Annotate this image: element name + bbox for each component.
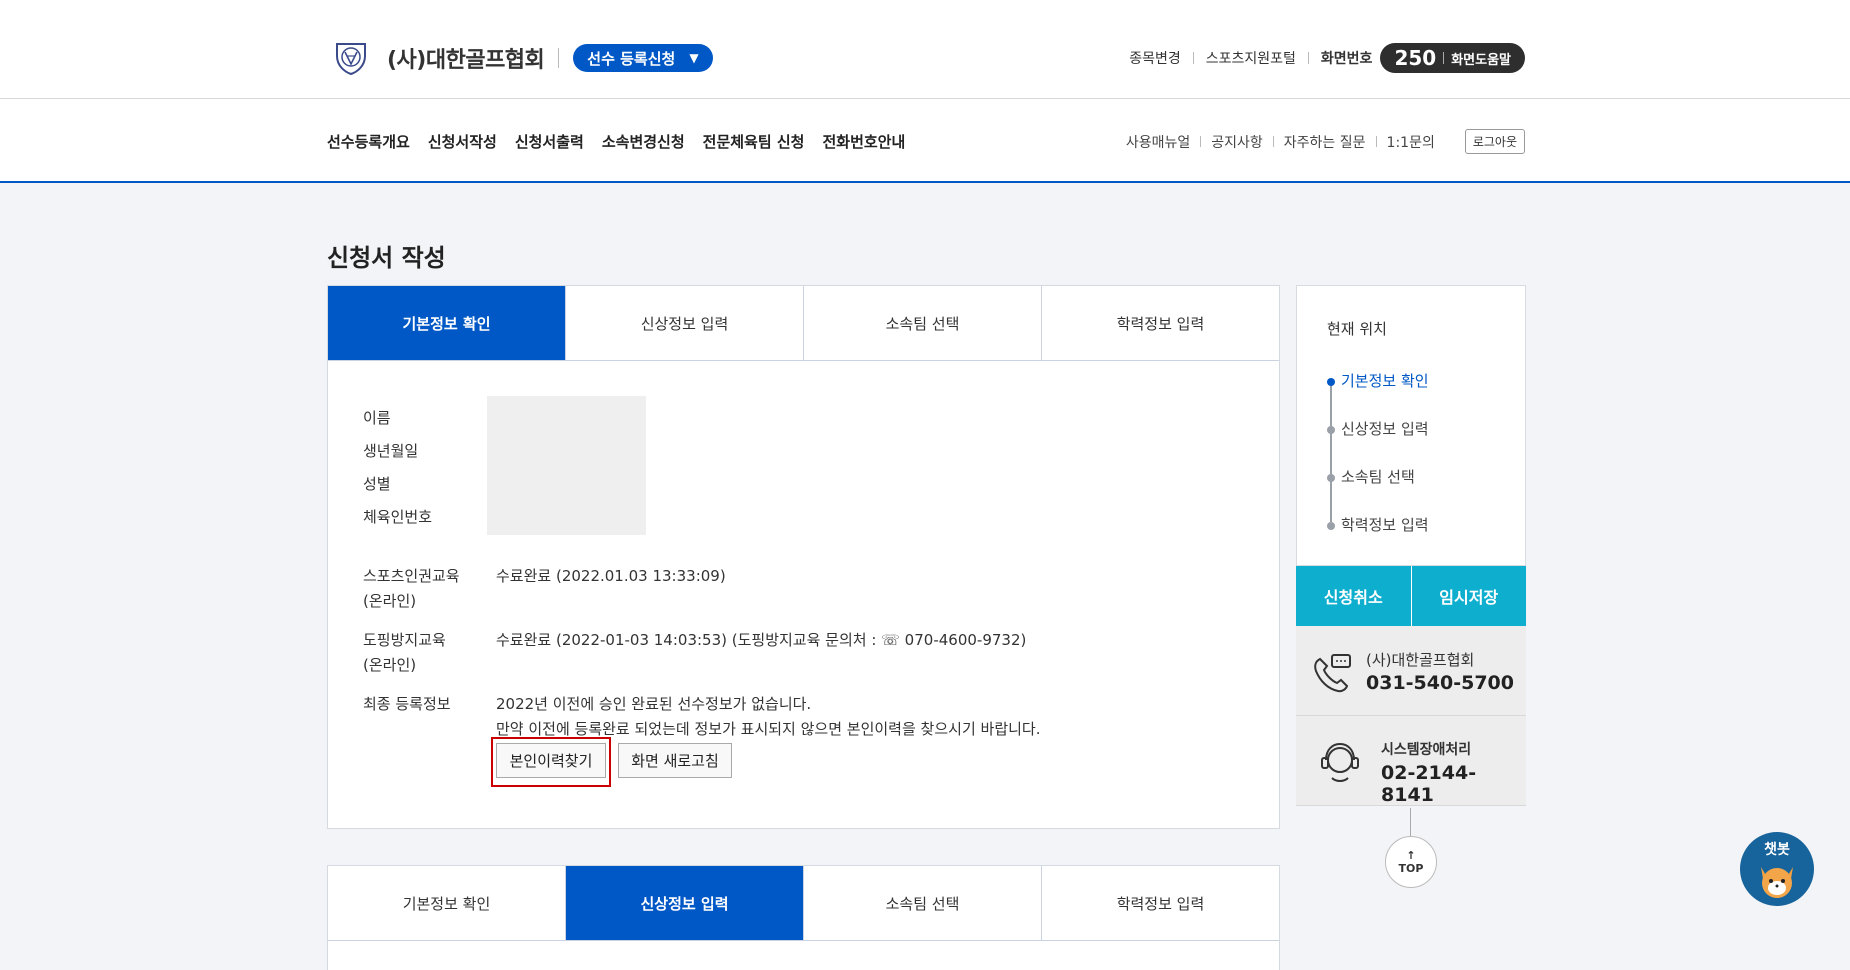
association-contact: (사)대한골프협회 031-540-5700 xyxy=(1296,626,1526,716)
top-header: (사)대한골프협회 선수 등록신청 ▼ 종목변경 스포츠지원포털 화면번호 25… xyxy=(0,0,1850,99)
divider xyxy=(1192,52,1194,64)
find-history-button[interactable]: 본인이력찾기 xyxy=(496,743,606,778)
org-name: (사)대한골프협회 xyxy=(387,48,545,73)
divider xyxy=(558,48,560,68)
nav-item-phone-info[interactable]: 전화번호안내 xyxy=(822,131,905,152)
logout-button[interactable]: 로그아웃 xyxy=(1464,129,1525,154)
association-emblem-icon xyxy=(336,43,366,76)
final-reg-line1: 2022년 이전에 승인 완료된 선수정보가 없습니다. xyxy=(496,695,812,713)
divider xyxy=(1375,136,1377,147)
location-title: 현재 위치 xyxy=(1327,320,1387,338)
nav-item-application-write[interactable]: 신청서작성 xyxy=(428,131,497,152)
link-faq[interactable]: 자주하는 질문 xyxy=(1284,132,1366,152)
doping-label: 도핑방지교육 (온라인) xyxy=(363,628,446,678)
phone-chat-icon xyxy=(1314,654,1351,693)
nav-item-overview[interactable]: 선수등록개요 xyxy=(327,131,410,152)
support-name: 시스템장애처리 xyxy=(1381,742,1472,758)
step-tabs: 기본정보 확인 신상정보 입력 소속팀 선택 학력정보 입력 xyxy=(328,286,1279,361)
label-athlete-number: 체육인번호 xyxy=(363,508,433,526)
chevron-down-icon: ▼ xyxy=(689,51,699,65)
step-education-info[interactable]: 학력정보 입력 xyxy=(1341,514,1429,535)
tab-basic-info[interactable]: 기본정보 확인 xyxy=(328,286,566,360)
divider xyxy=(1307,52,1309,64)
sub-nav: 사용매뉴얼 공지사항 자주하는 질문 1:1문의 로그아웃 xyxy=(1126,129,1525,154)
registration-dropdown-label: 선수 등록신청 xyxy=(587,49,676,68)
screen-number-label: 화면번호 xyxy=(1320,51,1373,67)
scroll-top-button[interactable]: ↑ TOP xyxy=(1385,836,1437,888)
tab-personal-info[interactable]: 신상정보 입력 xyxy=(566,866,804,940)
progress-line xyxy=(1330,382,1332,522)
final-reg-label: 최종 등록정보 xyxy=(363,695,451,713)
step-team-select[interactable]: 소속팀 선택 xyxy=(1341,466,1415,487)
label-name: 이름 xyxy=(363,409,391,427)
chatbot-label: 챗봇 xyxy=(1764,842,1790,858)
support-phone: 02-2144-8141 xyxy=(1381,762,1477,806)
step-personal-info[interactable]: 신상정보 입력 xyxy=(1341,418,1429,439)
divider xyxy=(1443,52,1445,64)
tab-team-select[interactable]: 소속팀 선택 xyxy=(804,866,1042,940)
step-basic-info[interactable]: 기본정보 확인 xyxy=(1341,370,1429,391)
label-doping-line1: 도핑방지교육 xyxy=(363,631,446,649)
tab-basic-info[interactable]: 기본정보 확인 xyxy=(328,866,566,940)
temp-save-button[interactable]: 임시저장 xyxy=(1411,566,1526,626)
screen-help-label: 화면도움말 xyxy=(1451,52,1511,68)
current-location-box: 현재 위치 기본정보 확인 신상정보 입력 소속팀 선택 학력정보 입력 xyxy=(1296,285,1526,566)
page-title: 신청서 작성 xyxy=(327,244,446,272)
human-rights-label: 스포츠인권교육 (온라인) xyxy=(363,564,460,614)
main-nav: 선수등록개요 신청서작성 신청서출력 소속변경신청 전문체육팀 신청 전화번호안… xyxy=(327,131,923,152)
step-dot-active xyxy=(1327,378,1335,386)
doping-value: 수료완료 (2022-01-03 14:03:53) (도핑방지교육 문의처 :… xyxy=(496,631,1027,649)
screen-help-button[interactable]: 250 화면도움말 xyxy=(1380,43,1525,73)
basic-info-panel: 기본정보 확인 신상정보 입력 소속팀 선택 학력정보 입력 이름 생년월일 성… xyxy=(327,285,1280,829)
cancel-application-button[interactable]: 신청취소 xyxy=(1296,566,1412,626)
divider xyxy=(1410,808,1411,836)
redacted-info-box xyxy=(487,396,646,535)
final-reg-message: 2022년 이전에 승인 완료된 선수정보가 없습니다. 만약 이전에 등록완료… xyxy=(496,692,1040,742)
divider xyxy=(1200,136,1202,147)
link-inquiry[interactable]: 1:1문의 xyxy=(1387,132,1435,152)
utility-links: 종목변경 스포츠지원포털 화면번호 250 화면도움말 xyxy=(1129,43,1525,73)
label-doping-line2: (온라인) xyxy=(363,656,417,674)
tab-personal-info[interactable]: 신상정보 입력 xyxy=(566,286,804,360)
step-dot xyxy=(1327,522,1335,530)
contact-org-phone: 031-540-5700 xyxy=(1366,672,1514,694)
divider xyxy=(1272,136,1274,147)
step-dot xyxy=(1327,474,1335,482)
chatbot-mascot-icon xyxy=(1761,867,1793,898)
nav-item-application-print[interactable]: 신청서출력 xyxy=(515,131,584,152)
arrow-up-icon: ↑ xyxy=(1406,849,1416,862)
personal-info-panel: 기본정보 확인 신상정보 입력 소속팀 선택 학력정보 입력 xyxy=(327,865,1280,970)
link-notice[interactable]: 공지사항 xyxy=(1211,132,1263,152)
link-user-manual[interactable]: 사용매뉴얼 xyxy=(1126,132,1190,152)
step-dot xyxy=(1327,426,1335,434)
label-human-rights-line2: (온라인) xyxy=(363,592,417,610)
screen-number: 250 xyxy=(1394,46,1437,70)
headset-icon xyxy=(1321,742,1359,782)
tab-education-info[interactable]: 학력정보 입력 xyxy=(1042,866,1279,940)
basic-info-labels: 이름 생년월일 성별 체육인번호 xyxy=(363,406,432,538)
link-sports-portal[interactable]: 스포츠지원포털 xyxy=(1206,48,1296,68)
top-label: TOP xyxy=(1398,862,1424,875)
label-gender: 성별 xyxy=(363,475,391,493)
tab-education-info[interactable]: 학력정보 입력 xyxy=(1042,286,1279,360)
logo-area[interactable]: (사)대한골프협회 선수 등록신청 ▼ xyxy=(333,40,713,76)
action-buttons: 신청취소 임시저장 xyxy=(1296,566,1526,626)
sidebar: 현재 위치 기본정보 확인 신상정보 입력 소속팀 선택 학력정보 입력 신청취… xyxy=(1296,285,1526,806)
step-tabs: 기본정보 확인 신상정보 입력 소속팀 선택 학력정보 입력 xyxy=(328,866,1279,941)
nav-item-pro-team[interactable]: 전문체육팀 신청 xyxy=(703,131,805,152)
system-support-contact: 시스템장애처리 02-2144-8141 xyxy=(1296,716,1526,806)
label-birthdate: 생년월일 xyxy=(363,442,419,460)
label-human-rights-line1: 스포츠인권교육 xyxy=(363,567,460,585)
nav-bar: 선수등록개요 신청서작성 신청서출력 소속변경신청 전문체육팀 신청 전화번호안… xyxy=(0,99,1850,183)
tab-team-select[interactable]: 소속팀 선택 xyxy=(804,286,1042,360)
human-rights-value: 수료완료 (2022.01.03 13:33:09) xyxy=(496,567,726,585)
registration-dropdown[interactable]: 선수 등록신청 ▼ xyxy=(573,44,713,72)
link-change-sport[interactable]: 종목변경 xyxy=(1129,48,1181,68)
chatbot-button[interactable]: 챗봇 xyxy=(1740,832,1814,906)
nav-item-team-change[interactable]: 소속변경신청 xyxy=(602,131,685,152)
refresh-button[interactable]: 화면 새로고침 xyxy=(618,743,732,778)
contact-org-name: (사)대한골프협회 xyxy=(1366,651,1475,669)
